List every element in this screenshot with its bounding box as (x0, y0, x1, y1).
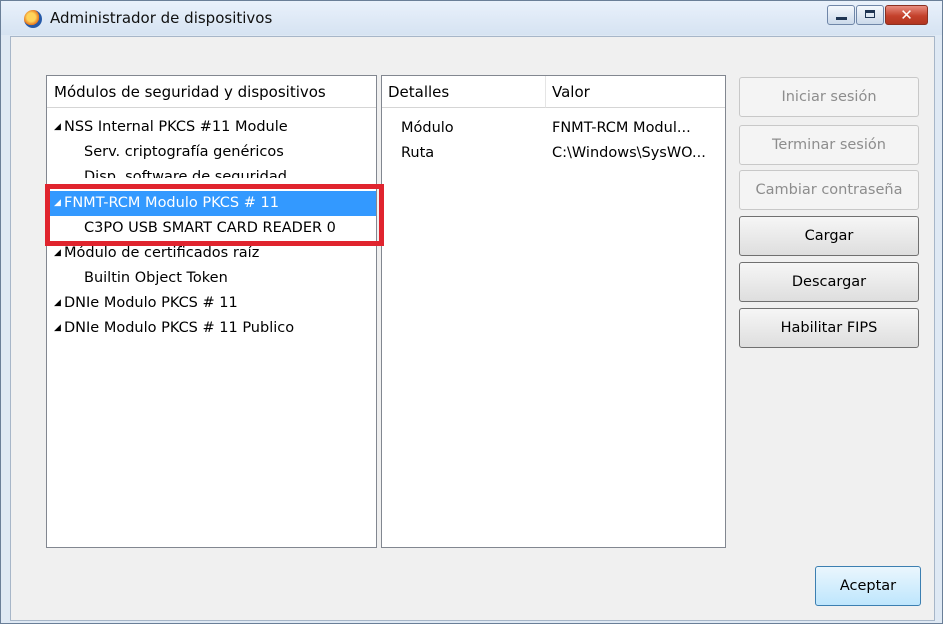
tree-item-software-security-device[interactable]: Disp. software de seguridad (47, 165, 376, 178)
tree-item-label: NSS Internal PKCS #11 Module (64, 119, 288, 135)
title-bar[interactable]: Administrador de dispositivos ✕ (1, 1, 942, 35)
tree-item-dnie[interactable]: ◢ DNIe Modulo PKCS # 11 (47, 291, 376, 316)
tree-item-nss-internal[interactable]: ◢ NSS Internal PKCS #11 Module (47, 115, 376, 140)
expand-triangle-icon[interactable]: ◢ (54, 191, 63, 216)
close-button[interactable]: ✕ (885, 5, 928, 25)
minimize-icon (836, 17, 847, 20)
tree-item-label: Serv. criptografía genéricos (84, 144, 284, 160)
detail-row-module[interactable]: Módulo FNMT-RCM Modul... (382, 116, 725, 141)
modules-column-header[interactable]: Módulos de seguridad y dispositivos (47, 76, 376, 108)
enable-fips-button[interactable]: Habilitar FIPS (739, 308, 919, 348)
detail-value: FNMT-RCM Modul... (552, 120, 691, 136)
maximize-button[interactable] (856, 5, 884, 25)
tree-item-fnmt-rcm[interactable]: ◢ FNMT-RCM Modulo PKCS # 11 (47, 191, 376, 216)
expand-triangle-icon[interactable]: ◢ (54, 115, 63, 140)
detail-label: Módulo (401, 120, 454, 136)
minimize-button[interactable] (827, 5, 855, 25)
tree-item-label: FNMT-RCM Modulo PKCS # 11 (64, 195, 279, 211)
unload-button[interactable]: Descargar (739, 262, 919, 302)
load-button[interactable]: Cargar (739, 216, 919, 256)
tree-item-label: DNIe Modulo PKCS # 11 Publico (64, 320, 295, 336)
tree-item-builtin-token[interactable]: Builtin Object Token (47, 266, 376, 291)
detail-label: Ruta (401, 145, 435, 161)
dialog-body: Módulos de seguridad y dispositivos ◢ NSS… (10, 36, 935, 621)
detail-row-path[interactable]: Ruta C:\Windows\SysWO... (382, 141, 725, 166)
expand-triangle-icon[interactable]: ◢ (54, 316, 63, 341)
tree-item-label: Módulo de certificados raíz (64, 245, 260, 261)
login-button[interactable]: Iniciar sesión (739, 77, 919, 117)
tree-item-label: Disp. software de seguridad (84, 169, 287, 178)
tree-item-dnie-publico[interactable]: ◢ DNIe Modulo PKCS # 11 Publico (47, 316, 376, 341)
modules-tree[interactable]: Módulos de seguridad y dispositivos ◢ NSS… (46, 75, 377, 548)
tree-item-generic-crypto[interactable]: Serv. criptografía genéricos (47, 140, 376, 165)
expand-triangle-icon[interactable]: ◢ (54, 241, 63, 266)
details-column-header[interactable]: Detalles (382, 76, 546, 108)
tree-item-label: C3PO USB SMART CARD READER 0 (84, 220, 336, 236)
firefox-icon (24, 10, 42, 28)
tree-item-c3po-reader[interactable]: C3PO USB SMART CARD READER 0 (47, 216, 376, 241)
tree-item-root-certs[interactable]: ◢ Módulo de certificados raíz (47, 241, 376, 266)
details-list[interactable]: Detalles Valor Módulo FNMT-RCM Modul... … (381, 75, 726, 548)
detail-value: C:\Windows\SysWO... (552, 145, 706, 161)
tree-item-label: DNIe Modulo PKCS # 11 (64, 295, 238, 311)
change-password-button[interactable]: Cambiar contraseña (739, 170, 919, 210)
device-manager-window: Administrador de dispositivos ✕ Módulos … (0, 0, 943, 624)
close-icon: ✕ (900, 6, 913, 24)
window-title: Administrador de dispositivos (50, 9, 273, 27)
expand-triangle-icon[interactable]: ◢ (54, 291, 63, 316)
tree-item-label: Builtin Object Token (84, 270, 228, 286)
value-column-header[interactable]: Valor (546, 76, 725, 108)
maximize-icon (865, 10, 875, 18)
logout-button[interactable]: Terminar sesión (739, 125, 919, 165)
accept-button[interactable]: Aceptar (815, 566, 921, 606)
